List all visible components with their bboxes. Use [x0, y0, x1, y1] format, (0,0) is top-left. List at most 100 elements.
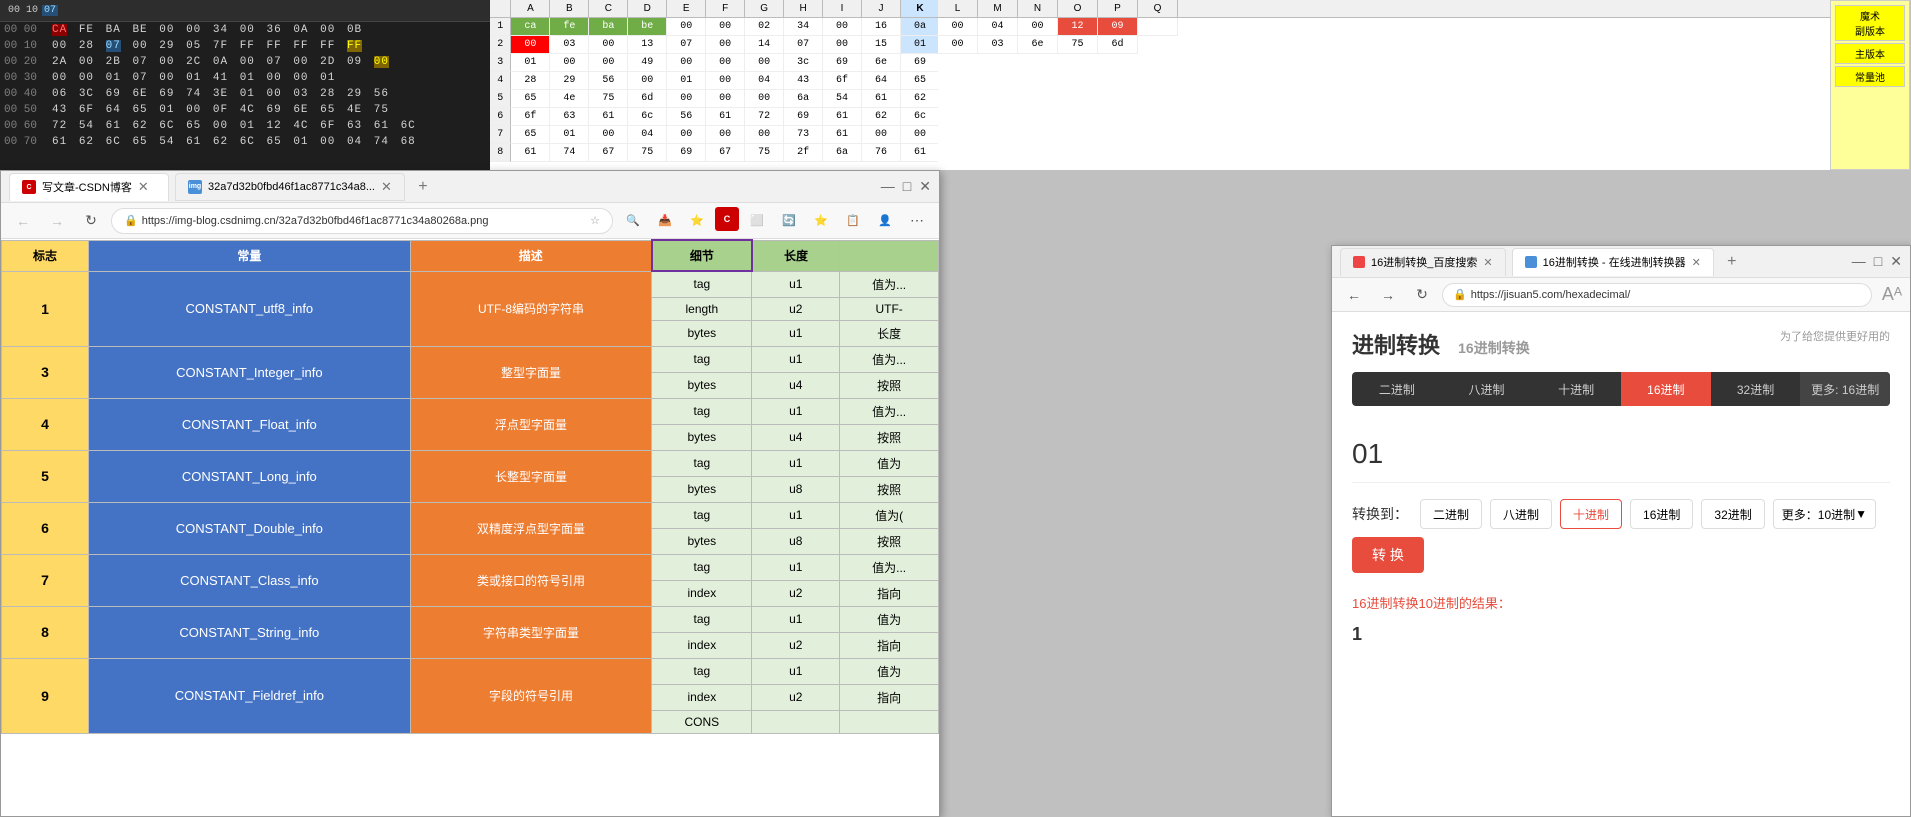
hex-tool-tab-jisuan-label: 16进制转换 - 在线进制转换器	[1543, 254, 1686, 270]
bookmark-icon[interactable]: ☆	[590, 214, 600, 227]
convert-to-octal[interactable]: 八进制	[1490, 499, 1552, 529]
val-index-string: 指向	[840, 632, 939, 658]
hex-tool-tab-jisuan-close[interactable]: ✕	[1692, 256, 1701, 269]
len-cons-field	[752, 710, 840, 733]
nav-icon-red[interactable]: C	[715, 207, 739, 231]
hex-tool-close[interactable]: ✕	[1890, 253, 1902, 270]
table-row: 4 CONSTANT_Float_info 浮点型字面量 tag u1 值为..…	[2, 398, 939, 424]
const-long: CONSTANT_Long_info	[89, 450, 411, 502]
nav-icon-2[interactable]: ⭐	[683, 207, 711, 235]
val-tag-float: 值为...	[840, 398, 939, 424]
back-btn[interactable]: ←	[9, 207, 37, 235]
desc-fieldref: 字段的符号引用	[410, 658, 652, 733]
input-value-display: 01	[1352, 426, 1890, 483]
maximize-btn[interactable]: □	[903, 178, 911, 195]
tab-img-close[interactable]: ✕	[381, 179, 392, 195]
hex-tool-tab-baidu[interactable]: 16进制转换_百度搜索 ✕	[1340, 248, 1506, 276]
len-tag-utf8: u1	[752, 271, 840, 297]
base-tab-32[interactable]: 32进制	[1711, 372, 1801, 406]
nav-icon-5[interactable]: ⭐	[807, 207, 835, 235]
more-label: 更多：	[1782, 506, 1818, 523]
base-tab-decimal[interactable]: 十进制	[1531, 372, 1621, 406]
convert-to-decimal[interactable]: 十进制	[1560, 499, 1622, 529]
base-tab-octal[interactable]: 八进制	[1442, 372, 1532, 406]
more-value: 10进制	[1818, 506, 1855, 523]
base-tab-more[interactable]: 更多: 16进制	[1800, 372, 1890, 406]
right-sidebar: 魔术副版本 主版本 常量池	[1830, 0, 1910, 170]
detail-bytes-float: bytes	[652, 424, 752, 450]
grid-row-5: 5 65 4e 75 6d 00 00 00 6a 54 61 62	[490, 90, 940, 108]
extra-col-headers: L M N O P Q	[938, 0, 1838, 18]
convert-to-row: 转换到： 二进制 八进制 十进制 16进制 32进制 更多： 10进制 ▼ 转 …	[1352, 499, 1890, 573]
base-tabs: 二进制 八进制 十进制 16进制 32进制 更多: 16进制	[1352, 372, 1890, 406]
hex-byte-highlight: 07	[42, 5, 58, 16]
base-tab-hex[interactable]: 16进制	[1621, 372, 1711, 406]
nav-icon-3[interactable]: ⬜	[743, 207, 771, 235]
detail-length-utf8: length	[652, 297, 752, 320]
hex-forward-btn[interactable]: →	[1374, 281, 1402, 309]
img-favicon: img	[188, 180, 202, 194]
dropdown-arrow: ▼	[1855, 507, 1867, 521]
hex-line-3: 00 30 00 00 01 07 00 01 41 01 00 00 01	[0, 70, 490, 86]
row-num-7: 7	[2, 554, 89, 606]
grid-row-7: 7 65 01 00 04 00 00 00 73 61 00 00	[490, 126, 940, 144]
len-tag-double: u1	[752, 502, 840, 528]
tab-img[interactable]: img 32a7d32b0fbd46f1ac8771c34a8... ✕	[175, 173, 405, 201]
refresh-btn[interactable]: ↻	[77, 207, 105, 235]
hex-tool-maximize[interactable]: □	[1874, 253, 1882, 270]
sidebar-const-pool: 常量池	[1835, 66, 1905, 87]
convert-more-dropdown[interactable]: 更多： 10进制 ▼	[1773, 499, 1876, 529]
len-index-string: u2	[752, 632, 840, 658]
hex-back-btn[interactable]: ←	[1340, 281, 1368, 309]
row-num-9: 9	[2, 658, 89, 733]
hex-tool-address-bar[interactable]: 🔒 https://jisuan5.com/hexadecimal/	[1442, 283, 1872, 307]
forward-btn[interactable]: →	[43, 207, 71, 235]
convert-to-hex[interactable]: 16进制	[1630, 499, 1693, 529]
grid-row-3: 3 01 00 00 49 00 00 00 3c 69 6e 69	[490, 54, 940, 72]
minimize-btn[interactable]: —	[881, 178, 895, 195]
col-header: A B C D E F G H I J K	[490, 0, 940, 18]
sidebar-main-ver: 主版本	[1835, 43, 1905, 64]
nav-icon-6[interactable]: 📋	[839, 207, 867, 235]
hex-tool-minimize[interactable]: —	[1852, 253, 1866, 270]
user-icon[interactable]: 👤	[871, 207, 899, 235]
len-tag-float: u1	[752, 398, 840, 424]
len-index-field: u2	[752, 684, 840, 710]
len-tag-string: u1	[752, 606, 840, 632]
convert-button[interactable]: 转 换	[1352, 537, 1424, 573]
nav-icon-4[interactable]: 🔄	[775, 207, 803, 235]
tab-csdn[interactable]: C 写文章-CSDN博客 ✕	[9, 173, 169, 201]
hex-tool-content: 进制转换 16进制转换 为了给您提供更好用的 二进制 八进制 十进制 16进制 …	[1332, 312, 1910, 816]
const-utf8: CONSTANT_utf8_info	[89, 271, 411, 346]
hex-tool-tab-baidu-close[interactable]: ✕	[1483, 256, 1492, 269]
browser-nav: ← → ↻ 🔒 https://img-blog.csdnimg.cn/32a7…	[1, 203, 939, 239]
hex-url-text: https://jisuan5.com/hexadecimal/	[1471, 289, 1631, 301]
base-tab-binary[interactable]: 二进制	[1352, 372, 1442, 406]
detail-tag-float: tag	[652, 398, 752, 424]
new-tab-button[interactable]: +	[411, 175, 435, 199]
val-tag-utf8: 值为...	[840, 271, 939, 297]
hex-line-5: 00 50 43 6F 64 65 01 00 0F 4C 69 6E 65 4…	[0, 102, 490, 118]
hex-tool-new-tab[interactable]: +	[1720, 250, 1744, 274]
tab-csdn-close[interactable]: ✕	[138, 179, 149, 195]
hex-refresh-btn[interactable]: ↻	[1408, 281, 1436, 309]
val-bytes-long: 按照	[840, 476, 939, 502]
detail-index-string: index	[652, 632, 752, 658]
zoom-btn[interactable]: 🔍	[619, 207, 647, 235]
row-num-5: 5	[2, 450, 89, 502]
csdn-favicon: C	[22, 180, 36, 194]
browser-titlebar: C 写文章-CSDN博客 ✕ img 32a7d32b0fbd46f1ac877…	[1, 171, 939, 203]
menu-btn[interactable]: ⋯	[903, 207, 931, 235]
hex-tool-tab-jisuan[interactable]: 16进制转换 - 在线进制转换器 ✕	[1512, 248, 1714, 276]
hex-line-6: 00 60 72 54 61 62 6C 65 00 01 12 4C 6F 6…	[0, 118, 490, 134]
col-header-changliang: 常量	[89, 240, 411, 271]
val-tag-string: 值为	[840, 606, 939, 632]
browser-content: 标志 常量 描述 细节 长度 1 CONSTANT_utf8_info UTF-…	[1, 239, 939, 816]
address-bar[interactable]: 🔒 https://img-blog.csdnimg.cn/32a7d32b0f…	[111, 208, 613, 234]
convert-to-32[interactable]: 32进制	[1701, 499, 1764, 529]
close-btn[interactable]: ✕	[919, 178, 931, 195]
row-num-4: 4	[2, 398, 89, 450]
nav-icon-1[interactable]: 📥	[651, 207, 679, 235]
col-header-xijie: 细节	[652, 240, 752, 271]
convert-to-binary[interactable]: 二进制	[1420, 499, 1482, 529]
